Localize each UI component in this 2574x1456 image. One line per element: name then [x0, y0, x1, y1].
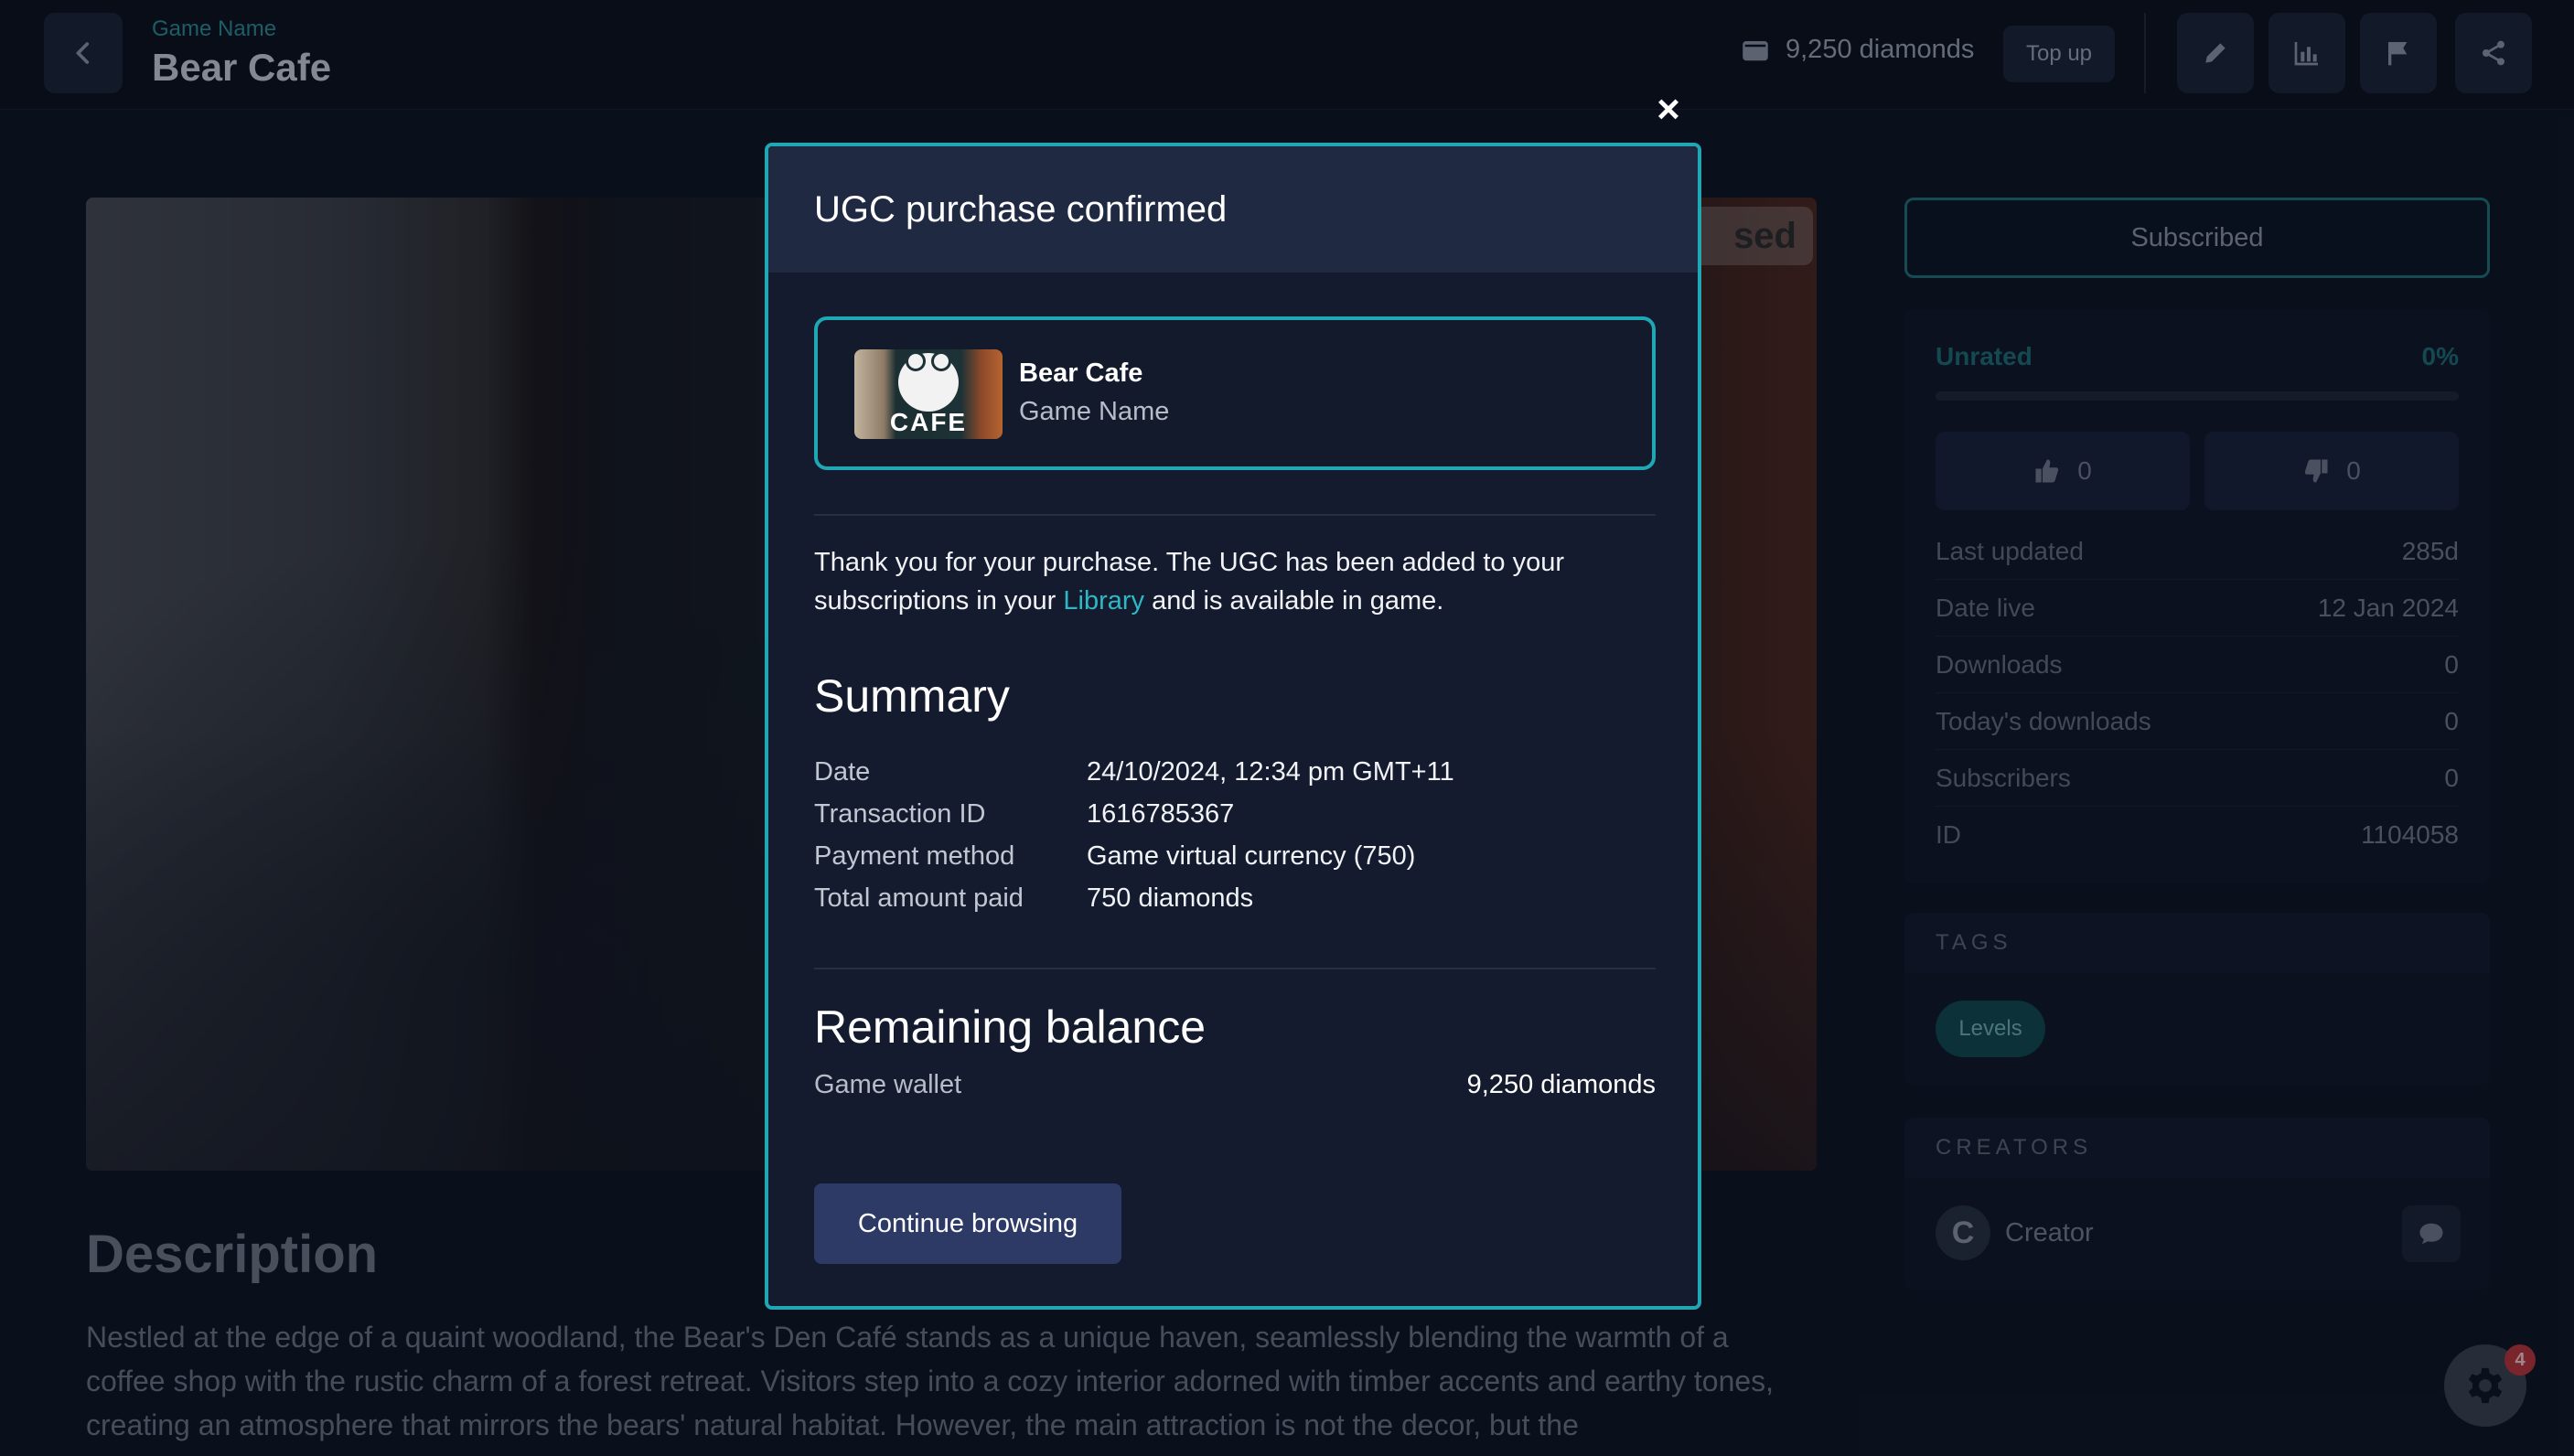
remaining-balance-heading: Remaining balance: [814, 1001, 1207, 1053]
bear-logo-icon: [898, 351, 959, 412]
game-wallet-row: Game wallet 9,250 diamonds: [814, 1070, 1656, 1100]
summary-heading: Summary: [814, 670, 1010, 722]
game-wallet-value: 9,250 diamonds: [1466, 1070, 1656, 1099]
thank-you-message: Thank you for your purchase. The UGC has…: [814, 543, 1637, 620]
divider: [814, 968, 1656, 969]
item-subtitle: Game Name: [1019, 397, 1170, 426]
summary-label: Payment method: [814, 841, 1015, 871]
summary-value: 1616785367: [1087, 799, 1235, 829]
summary-value: 750 diamonds: [1087, 883, 1254, 913]
purchase-confirmed-dialog: UGC purchase confirmed CAFE Bear Cafe Ga…: [765, 143, 1701, 1310]
thanks-text-end: and is available in game.: [1144, 586, 1444, 616]
dialog-title: UGC purchase confirmed: [768, 146, 1698, 273]
continue-browsing-button[interactable]: Continue browsing: [814, 1183, 1121, 1264]
divider: [814, 514, 1656, 516]
summary-label: Total amount paid: [814, 883, 1024, 913]
game-wallet-label: Game wallet: [814, 1070, 962, 1099]
item-thumbnail: CAFE: [854, 349, 1003, 439]
thumbnail-text: CAFE: [889, 408, 968, 436]
summary-value: 24/10/2024, 12:34 pm GMT+11: [1087, 757, 1454, 787]
close-modal-button[interactable]: ×: [1652, 90, 1685, 130]
summary-row-total-paid: Total amount paid 750 diamonds: [814, 883, 1637, 926]
purchased-item-card: CAFE Bear Cafe Game Name: [814, 316, 1656, 470]
summary-label: Date: [814, 757, 871, 787]
summary-value: Game virtual currency (750): [1087, 841, 1416, 871]
item-name: Bear Cafe: [1019, 359, 1143, 388]
summary-label: Transaction ID: [814, 799, 986, 829]
summary-row-payment-method: Payment method Game virtual currency (75…: [814, 841, 1637, 883]
library-link[interactable]: Library: [1063, 586, 1144, 616]
summary-row-transaction-id: Transaction ID 1616785367: [814, 799, 1637, 841]
summary-row-date: Date 24/10/2024, 12:34 pm GMT+11: [814, 757, 1637, 799]
